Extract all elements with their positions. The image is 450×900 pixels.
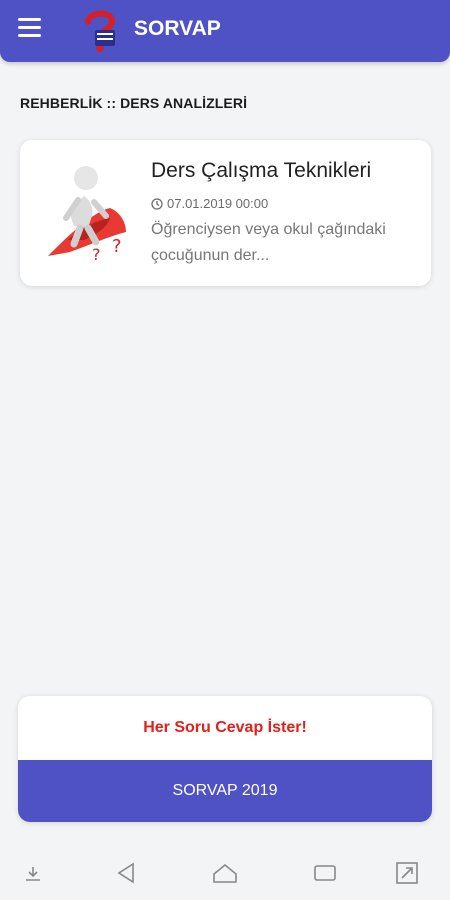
article-date: 07.01.2019 00:00 — [151, 196, 268, 211]
home-icon[interactable] — [211, 861, 239, 885]
article-title: Ders Çalışma Teknikleri — [151, 159, 372, 182]
clock-icon — [151, 198, 163, 210]
article-excerpt: Öğrenciysen veya okul çağındaki çocuğunu… — [151, 221, 386, 264]
article-thumbnail: ? ? — [48, 166, 126, 264]
breadcrumb: REHBERLİK :: DERS ANALİZLERİ — [20, 95, 248, 111]
keyboard-hide-icon[interactable] — [19, 861, 47, 885]
back-icon[interactable] — [113, 861, 141, 885]
system-nav-bar — [0, 845, 450, 900]
hamburger-menu-icon[interactable] — [18, 18, 46, 42]
rotate-icon[interactable] — [393, 861, 421, 885]
app-title: SORVAP — [134, 17, 221, 40]
svg-text:?: ? — [92, 245, 101, 264]
slogan-text: Her Soru Cevap İster! — [143, 719, 307, 736]
article-card[interactable]: ? ? Ders Çalışma Teknikleri 07.01.2019 0… — [20, 140, 431, 286]
recents-icon[interactable] — [311, 861, 339, 885]
app-bar: SORVAP — [0, 0, 450, 62]
sorvap-logo — [85, 10, 116, 52]
svg-text:?: ? — [112, 236, 122, 257]
sorvap-2019-button[interactable]: SORVAP 2019 — [18, 760, 432, 822]
article-date-text: 07.01.2019 00:00 — [167, 196, 269, 211]
footer-card: Her Soru Cevap İster! SORVAP 2019 — [18, 696, 432, 822]
